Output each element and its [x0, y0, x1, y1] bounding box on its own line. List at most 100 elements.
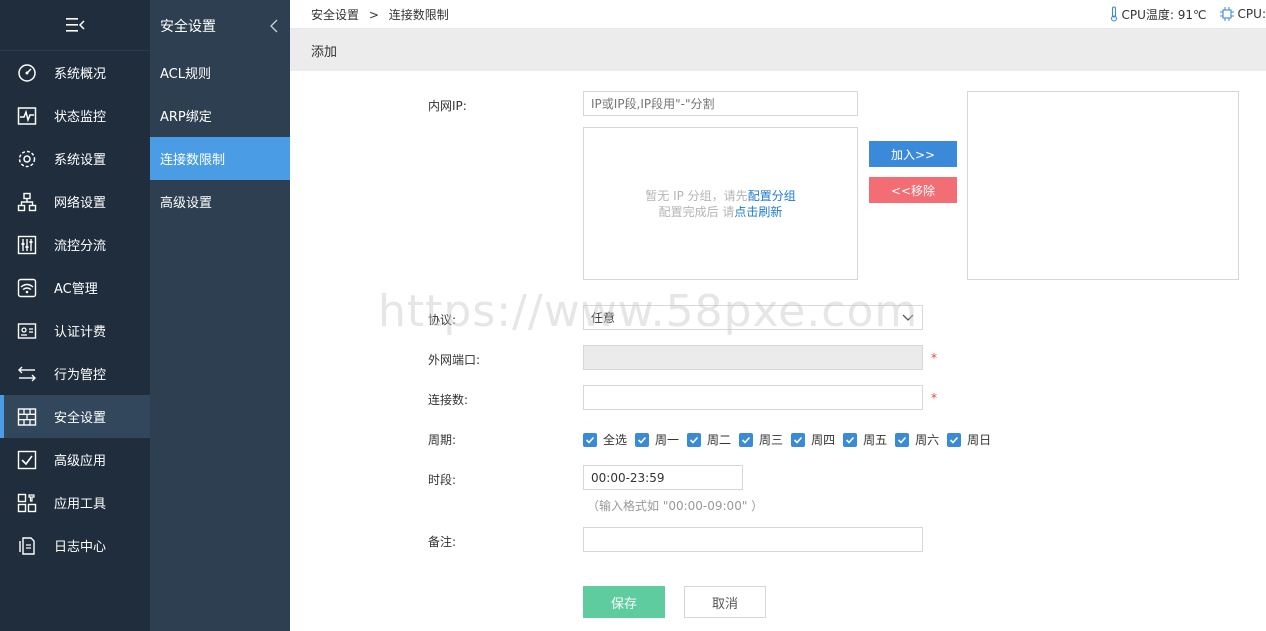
- refresh-link[interactable]: 点击刷新: [734, 205, 782, 219]
- sub-sidebar: 安全设置 ACL规则 ARP绑定 连接数限制 高级设置: [150, 0, 290, 631]
- group-empty-text: 配置完成后 请: [658, 204, 735, 219]
- required-marker: *: [931, 351, 937, 365]
- period-checkbox-group: 全选 周一 周二 周三 周四 周五 周六 周日: [583, 431, 999, 448]
- breadcrumb-item[interactable]: 安全设置: [311, 8, 359, 22]
- collapse-chevron-left-icon[interactable]: [268, 19, 280, 33]
- group-empty-line-2: 配置完成后 请点击刷新: [659, 204, 783, 220]
- checkbox-friday[interactable]: 周五: [843, 431, 887, 448]
- top-bar: 安全设置 > 连接数限制 CPU温度: 91℃ CPU:: [290, 0, 1266, 29]
- nav-item-advanced[interactable]: 高级应用: [0, 438, 150, 481]
- nav-item-overview[interactable]: 系统概况: [0, 51, 150, 94]
- protocol-select[interactable]: 任意: [583, 305, 923, 330]
- subnav-item-arp[interactable]: ARP绑定: [150, 94, 290, 137]
- remove-ip-button[interactable]: <<移除: [869, 177, 957, 203]
- nav-item-label: 安全设置: [54, 411, 107, 426]
- nav-item-label: 网络设置: [54, 196, 107, 211]
- breadcrumb: 安全设置 > 连接数限制: [311, 6, 455, 23]
- protocol-selected-value: 任意: [591, 311, 616, 325]
- system-stats: CPU温度: 91℃ CPU:: [1101, 6, 1266, 23]
- sub-sidebar-header: 安全设置: [150, 0, 290, 51]
- sliders-icon: [16, 234, 38, 256]
- nav-item-label: 系统设置: [54, 153, 107, 168]
- checkbox-label: 周六: [915, 433, 940, 447]
- connections-input[interactable]: [583, 385, 923, 410]
- breadcrumb-current: 连接数限制: [388, 7, 449, 22]
- checkbox-monday[interactable]: 周一: [635, 431, 679, 448]
- checkbox-checked-icon: [843, 432, 858, 447]
- wan-port-label: 外网端口:: [428, 353, 481, 367]
- protocol-label: 协议:: [428, 313, 457, 327]
- required-marker: *: [931, 391, 937, 405]
- subnav-item-label: ACL规则: [160, 67, 211, 82]
- save-button[interactable]: 保存: [583, 586, 665, 618]
- nav-item-security[interactable]: 安全设置: [0, 395, 150, 438]
- nav-item-label: 日志中心: [54, 540, 107, 555]
- nav-item-logs[interactable]: 日志中心: [0, 524, 150, 567]
- checkbox-select-all[interactable]: 全选: [583, 431, 627, 448]
- checkbox-thursday[interactable]: 周四: [791, 431, 835, 448]
- subnav-item-label: 高级设置: [160, 196, 213, 211]
- breadcrumb-separator: >: [368, 7, 379, 22]
- nav-item-label: 状态监控: [54, 110, 107, 125]
- checkbox-saturday[interactable]: 周六: [895, 431, 939, 448]
- nav-item-label: 认证计费: [54, 325, 107, 340]
- nav-item-auth[interactable]: 认证计费: [0, 309, 150, 352]
- timespan-value: 00:00-23:59: [591, 470, 665, 485]
- add-ip-button[interactable]: 加入>>: [869, 141, 957, 167]
- subnav-item-conn-limit[interactable]: 连接数限制: [150, 137, 290, 180]
- selected-ip-list[interactable]: [967, 91, 1239, 280]
- sub-sidebar-title: 安全设置: [160, 18, 216, 35]
- checkbox-sunday[interactable]: 周日: [947, 431, 991, 448]
- remark-input[interactable]: [583, 527, 923, 552]
- nav-item-label: 行为管控: [54, 368, 107, 383]
- timespan-hint: （输入格式如 "00:00-09:00" ）: [587, 499, 764, 513]
- timespan-label: 时段:: [428, 473, 457, 487]
- nav-item-system[interactable]: 系统设置: [0, 137, 150, 180]
- nav-item-tools[interactable]: 应用工具: [0, 481, 150, 524]
- firewall-icon: [16, 406, 38, 428]
- nav-item-traffic[interactable]: 流控分流: [0, 223, 150, 266]
- document-icon: [16, 535, 38, 557]
- nav-item-status[interactable]: 状态监控: [0, 94, 150, 137]
- gear-icon: [16, 148, 38, 170]
- ip-group-list[interactable]: 暂无 IP 分组，请先配置分组 配置完成后 请点击刷新: [583, 127, 858, 280]
- nav-item-ac[interactable]: AC管理: [0, 266, 150, 309]
- checkbox-label: 全选: [603, 433, 628, 447]
- cancel-button[interactable]: 取消: [684, 586, 766, 618]
- chevron-down-icon: [902, 314, 914, 321]
- nav-item-label: AC管理: [54, 282, 98, 297]
- lan-ip-label: 内网IP:: [428, 99, 467, 113]
- checkbox-label: 周一: [655, 433, 680, 447]
- checkbox-label: 周日: [967, 433, 992, 447]
- checkbox-checked-icon: [583, 432, 597, 447]
- checkbox-label: 周三: [759, 433, 784, 447]
- nav-item-behavior[interactable]: 行为管控: [0, 352, 150, 395]
- group-empty-line-1: 暂无 IP 分组，请先配置分组: [645, 188, 795, 204]
- checkbox-label: 周二: [707, 433, 732, 447]
- timespan-input[interactable]: 00:00-23:59: [583, 465, 743, 490]
- subnav-item-advanced[interactable]: 高级设置: [150, 180, 290, 223]
- nav-item-network[interactable]: 网络设置: [0, 180, 150, 223]
- checkbox-tuesday[interactable]: 周二: [687, 431, 731, 448]
- nav-item-label: 高级应用: [54, 454, 107, 469]
- checkbox-wednesday[interactable]: 周三: [739, 431, 783, 448]
- menu-collapse-icon: [66, 18, 85, 32]
- nav-item-label: 系统概况: [54, 67, 107, 82]
- checkbox-checked-icon: [635, 432, 650, 447]
- thermometer-icon: [1110, 6, 1117, 22]
- group-empty-text: 暂无 IP 分组，请先: [645, 188, 748, 203]
- menu-toggle-button[interactable]: [0, 0, 150, 51]
- configure-group-link[interactable]: 配置分组: [748, 189, 796, 203]
- subnav-item-label: ARP绑定: [160, 110, 212, 125]
- checkbox-checked-icon: [791, 432, 806, 447]
- lan-ip-input[interactable]: [583, 91, 858, 116]
- wifi-icon: [16, 277, 38, 299]
- checkbox-label: 周五: [863, 433, 888, 447]
- check-square-icon: [16, 449, 38, 471]
- remark-label: 备注:: [428, 535, 457, 549]
- checkbox-checked-icon: [895, 432, 910, 447]
- connections-label: 连接数:: [428, 393, 469, 407]
- subnav-item-acl[interactable]: ACL规则: [150, 51, 290, 94]
- checkbox-label: 周四: [811, 433, 836, 447]
- cpu-text: CPU:: [1237, 7, 1266, 21]
